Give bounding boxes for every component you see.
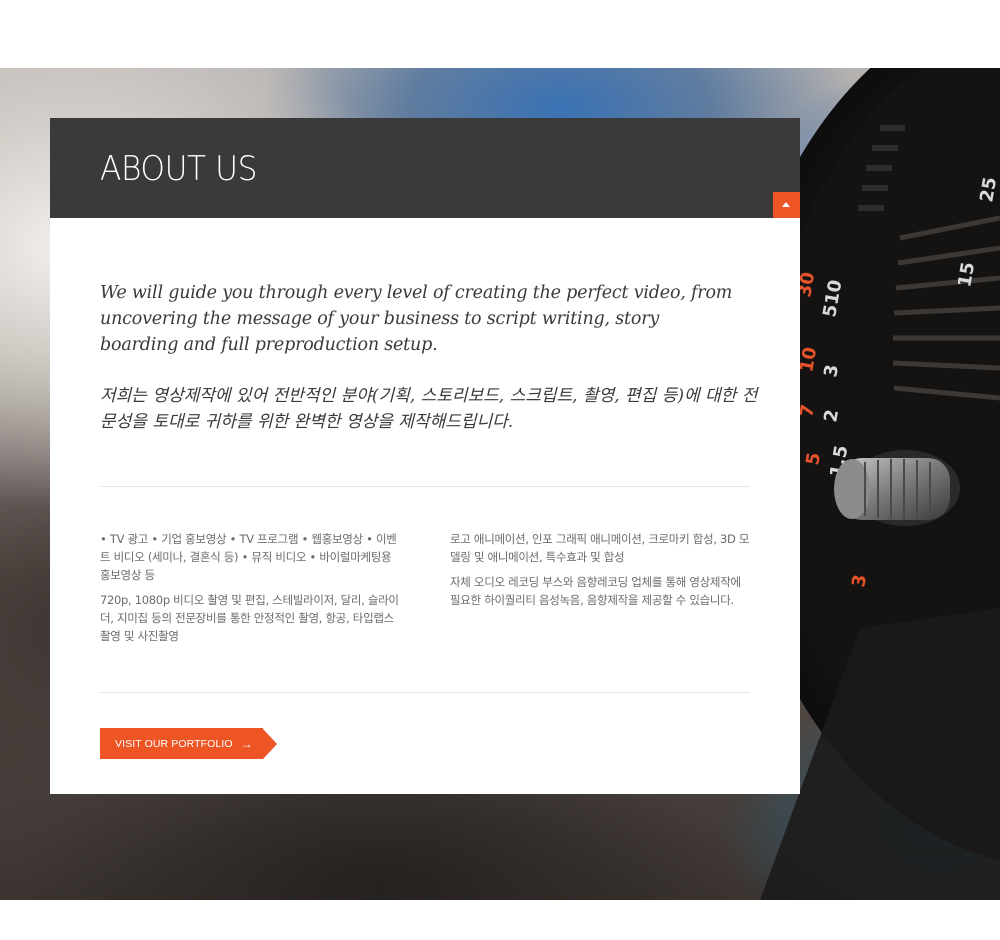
- services-column-left: • TV 광고 • 기업 홍보영상 • TV 프로그램 • 웹홍보영상 • 이벤…: [100, 530, 400, 652]
- button-arrow-tip: [262, 728, 277, 759]
- visit-portfolio-label: VISIT OUR PORTFOLIO: [115, 737, 233, 750]
- caret-up-icon: [782, 202, 790, 207]
- svg-text:15: 15: [954, 261, 979, 289]
- service-paragraph: 로고 애니메이션, 인포 그래픽 애니메이션, 크로마키 합성, 3D 모델링 …: [450, 532, 750, 564]
- page-title: ABOUT US: [100, 149, 257, 189]
- arrow-right-icon: →: [240, 736, 253, 751]
- services-column-right: 로고 애니메이션, 인포 그래픽 애니메이션, 크로마키 합성, 3D 모델링 …: [450, 530, 750, 616]
- intro-text-korean: 저희는 영상제작에 있어 전반적인 분야(기획, 스토리보드, 스크립트, 촬영…: [100, 386, 758, 432]
- intro-text-english: We will guide you through every level of…: [100, 283, 733, 355]
- service-paragraph: 자체 오디오 레코딩 부스와 음향레코딩 업체를 통해 영상제작에 필요한 하이…: [450, 575, 741, 607]
- divider: [100, 486, 750, 487]
- divider: [100, 692, 750, 693]
- card-header: ABOUT US: [50, 118, 800, 218]
- service-paragraph: • TV 광고 • 기업 홍보영상 • TV 프로그램 • 웹홍보영상 • 이벤…: [100, 532, 397, 582]
- collapse-button[interactable]: [773, 192, 800, 218]
- visit-portfolio-button[interactable]: VISIT OUR PORTFOLIO →: [100, 728, 277, 759]
- svg-text:25: 25: [976, 176, 1000, 204]
- service-paragraph: 720p, 1080p 비디오 촬영 및 편집, 스테빌라이저, 달리, 슬라이…: [100, 593, 399, 643]
- about-us-card: ABOUT US We will guide you through every…: [50, 118, 800, 794]
- visit-portfolio-body[interactable]: VISIT OUR PORTFOLIO →: [100, 728, 263, 759]
